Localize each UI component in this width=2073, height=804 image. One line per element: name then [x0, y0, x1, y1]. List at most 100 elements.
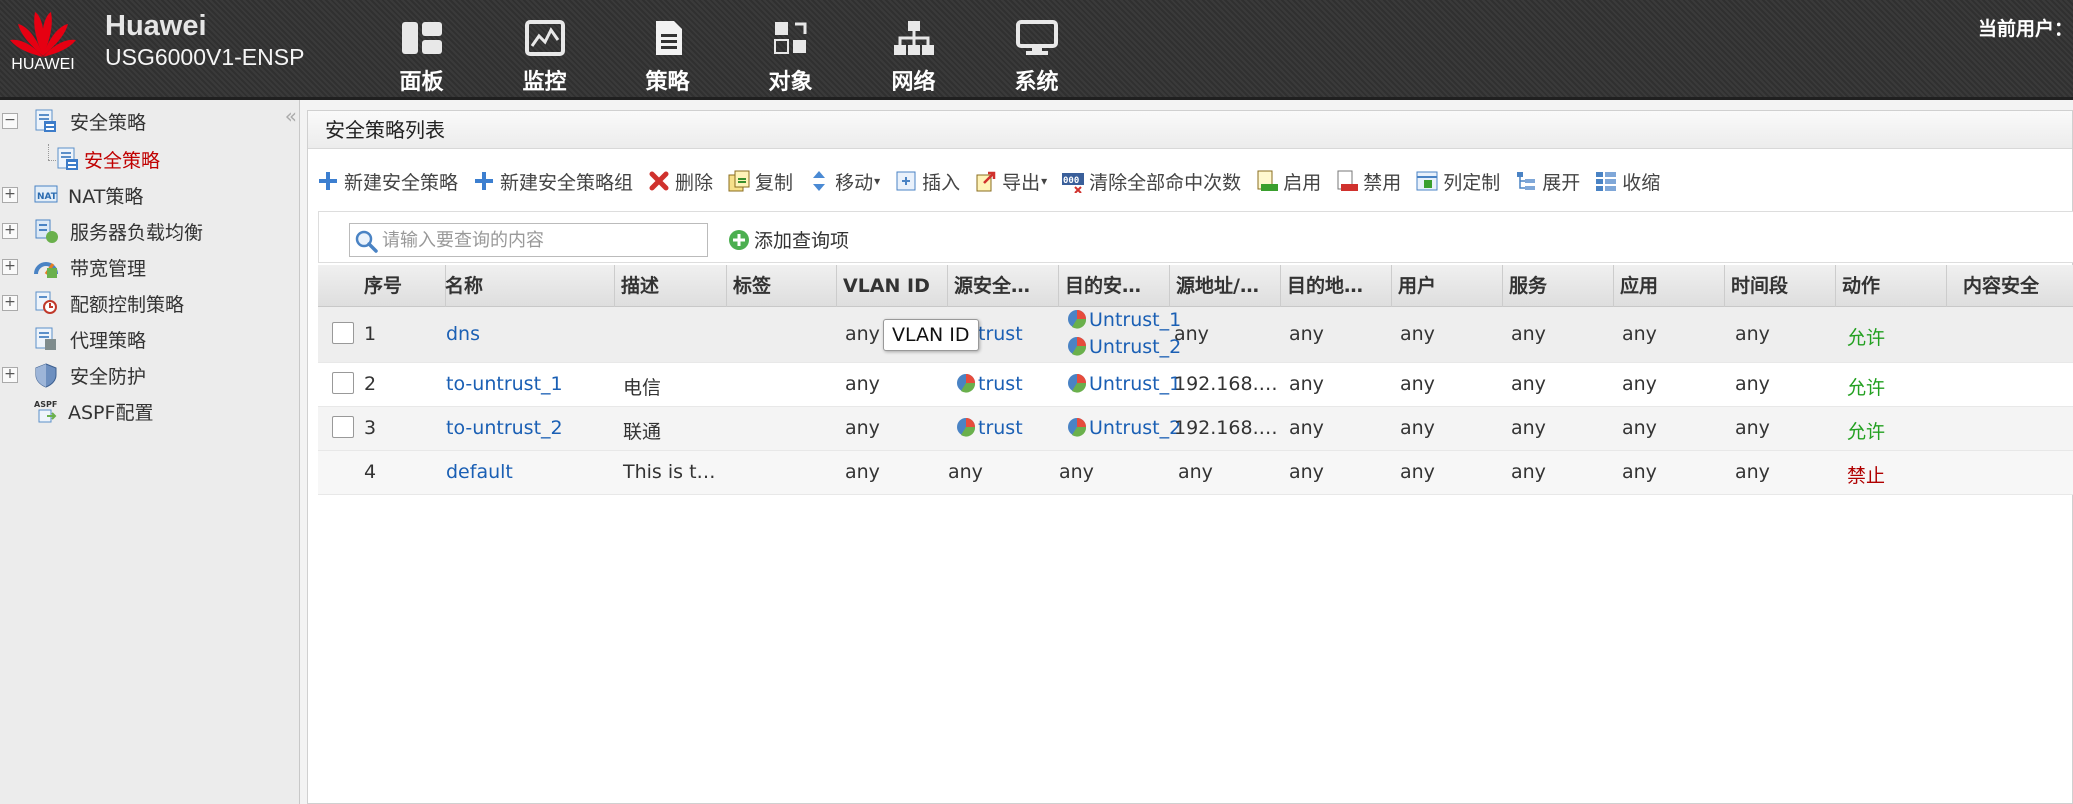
- column-header[interactable]: 目的地…: [1281, 265, 1392, 307]
- expand-all-button[interactable]: 展开: [1514, 168, 1580, 195]
- clear-hits-button[interactable]: 000 清除全部命中次数: [1061, 168, 1241, 195]
- add-circle-icon: [729, 229, 749, 250]
- column-header[interactable]: 动作: [1836, 265, 1947, 307]
- column-header[interactable]: 目的安…: [1059, 265, 1170, 307]
- cell-user: any: [1400, 417, 1435, 439]
- sidebar-item-quota[interactable]: + 配额控制策略: [0, 288, 290, 318]
- column-header[interactable]: 时间段: [1725, 265, 1836, 307]
- enable-button[interactable]: 启用: [1255, 168, 1321, 195]
- sidebar-item-server-lb[interactable]: + 服务器负载均衡: [0, 216, 290, 246]
- expand-icon[interactable]: +: [2, 295, 18, 311]
- cell-src-addr: any: [1178, 461, 1213, 483]
- column-header[interactable]: 序号: [358, 265, 446, 307]
- cell-dst-zone[interactable]: Untrust_1: [1067, 373, 1181, 395]
- row-checkbox[interactable]: [332, 322, 354, 344]
- nav-dashboard[interactable]: 面板: [360, 0, 483, 100]
- button-label: 禁用: [1363, 171, 1402, 194]
- insert-button[interactable]: 插入: [894, 168, 960, 195]
- column-header[interactable]: 名称: [439, 265, 615, 307]
- policy-name-link[interactable]: default: [446, 461, 513, 483]
- sidebar: « − 安全策略 安全策略 + NAT NAT策略 + 服务器负载均衡 + 带宽…: [0, 100, 300, 804]
- copy-button[interactable]: 复制: [727, 168, 793, 195]
- policy-icon: [655, 21, 682, 55]
- nav-policy[interactable]: 策略: [606, 0, 729, 100]
- cell-src-zone[interactable]: trust: [956, 373, 1023, 395]
- zone-icon: [1068, 337, 1087, 356]
- monitor-icon: [524, 20, 565, 56]
- search-input[interactable]: [382, 227, 702, 253]
- search-row: 添加查询项: [318, 211, 2073, 263]
- export-button[interactable]: 导出 ▾: [974, 168, 1047, 195]
- policy-name-link[interactable]: to-untrust_2: [446, 417, 563, 439]
- cell-action: 允许: [1847, 421, 1886, 443]
- column-custom-button[interactable]: 列定制: [1415, 168, 1500, 195]
- row-checkbox[interactable]: [332, 372, 354, 394]
- sidebar-item-aspf[interactable]: ASPF ASPF配置: [0, 396, 290, 426]
- button-label: 新建安全策略: [344, 171, 459, 194]
- cell-dst-zone[interactable]: Untrust_2: [1067, 336, 1181, 358]
- sidebar-item-security-policy-sub[interactable]: 安全策略: [0, 144, 290, 174]
- table-row[interactable]: 3 to-untrust_2 联通 any trust Untrust_2 19…: [318, 407, 2073, 451]
- column-header[interactable]: 用户: [1392, 265, 1503, 307]
- column-header[interactable]: 源安全…: [948, 265, 1059, 307]
- disable-button[interactable]: 禁用: [1335, 168, 1401, 195]
- sidebar-item-protection[interactable]: + 安全防护: [0, 360, 290, 390]
- cell-desc: 联通: [623, 421, 662, 443]
- bandwidth-icon: [34, 262, 58, 278]
- table-row[interactable]: 1 dns any trust Untrust_1 Untrust_2 any …: [318, 307, 2073, 363]
- column-header[interactable]: VLAN ID: [837, 265, 948, 307]
- table-row[interactable]: 4 default This is t… any any any any any…: [318, 451, 2073, 495]
- policy-table: 序号 名称 描述 标签 VLAN ID 源安全… 目的安… 源地址/… 目的地……: [318, 265, 2073, 495]
- sidebar-item-label: 安全策略: [70, 111, 147, 134]
- add-query-button[interactable]: 添加查询项: [728, 226, 849, 253]
- new-policy-button[interactable]: 新建安全策略: [316, 168, 458, 195]
- nav-network[interactable]: 网络: [852, 0, 975, 100]
- column-header[interactable]: 源地址/…: [1170, 265, 1281, 307]
- button-label: 删除: [675, 171, 714, 194]
- button-label: 复制: [755, 171, 794, 194]
- nav-object[interactable]: 对象: [729, 0, 852, 100]
- expand-icon[interactable]: +: [2, 223, 18, 239]
- collapse-icon[interactable]: −: [2, 113, 18, 129]
- cell-src-zone: any: [948, 461, 983, 483]
- column-header[interactable]: 标签: [727, 265, 837, 307]
- delete-button[interactable]: 删除: [647, 168, 713, 195]
- sidebar-item-nat-policy[interactable]: + NAT NAT策略: [0, 180, 290, 210]
- column-header[interactable]: 应用: [1614, 265, 1725, 307]
- expand-icon[interactable]: +: [2, 259, 18, 275]
- cell-src-zone[interactable]: trust: [956, 417, 1023, 439]
- expand-icon[interactable]: +: [2, 367, 18, 383]
- nav-system[interactable]: 系统: [975, 0, 1098, 100]
- nav-monitor[interactable]: 监控: [483, 0, 606, 100]
- cell-dst-zone[interactable]: Untrust_1: [1067, 309, 1181, 331]
- sidebar-item-label: 配额控制策略: [70, 293, 185, 316]
- move-button[interactable]: 移动 ▾: [807, 168, 880, 195]
- sidebar-item-proxy[interactable]: 代理策略: [0, 324, 290, 354]
- column-header[interactable]: 服务: [1503, 265, 1614, 307]
- button-label: 移动: [835, 171, 874, 194]
- cell-user: any: [1400, 373, 1435, 395]
- network-icon: [893, 21, 934, 55]
- column-header[interactable]: 内容安全: [1947, 265, 2073, 307]
- cell-dst-zone[interactable]: Untrust_2: [1067, 417, 1181, 439]
- policy-name-link[interactable]: dns: [446, 323, 480, 345]
- brand-name: Huawei: [105, 10, 207, 42]
- current-user-label: 当前用户：: [1977, 18, 2073, 40]
- collapse-all-button[interactable]: 收缩: [1594, 168, 1660, 195]
- cell-time: any: [1735, 461, 1770, 483]
- column-header[interactable]: 描述: [615, 265, 727, 307]
- sidebar-item-bandwidth[interactable]: + 带宽管理: [0, 252, 290, 282]
- cell-service: any: [1511, 373, 1546, 395]
- policy-doc-icon: [35, 109, 56, 132]
- cell-dst-addr: any: [1289, 417, 1324, 439]
- sidebar-item-label: NAT策略: [68, 185, 144, 208]
- svg-text:ASPF: ASPF: [34, 400, 57, 409]
- new-policy-group-button[interactable]: 新建安全策略组: [472, 168, 633, 195]
- expand-icon[interactable]: +: [2, 187, 18, 203]
- cell-vlan: any: [845, 373, 880, 395]
- sidebar-item-security-policy[interactable]: − 安全策略: [0, 106, 290, 136]
- zone-label: trust: [978, 417, 1023, 439]
- policy-name-link[interactable]: to-untrust_1: [446, 373, 563, 395]
- row-checkbox[interactable]: [332, 416, 354, 438]
- table-row[interactable]: 2 to-untrust_1 电信 any trust Untrust_1 19…: [318, 363, 2073, 407]
